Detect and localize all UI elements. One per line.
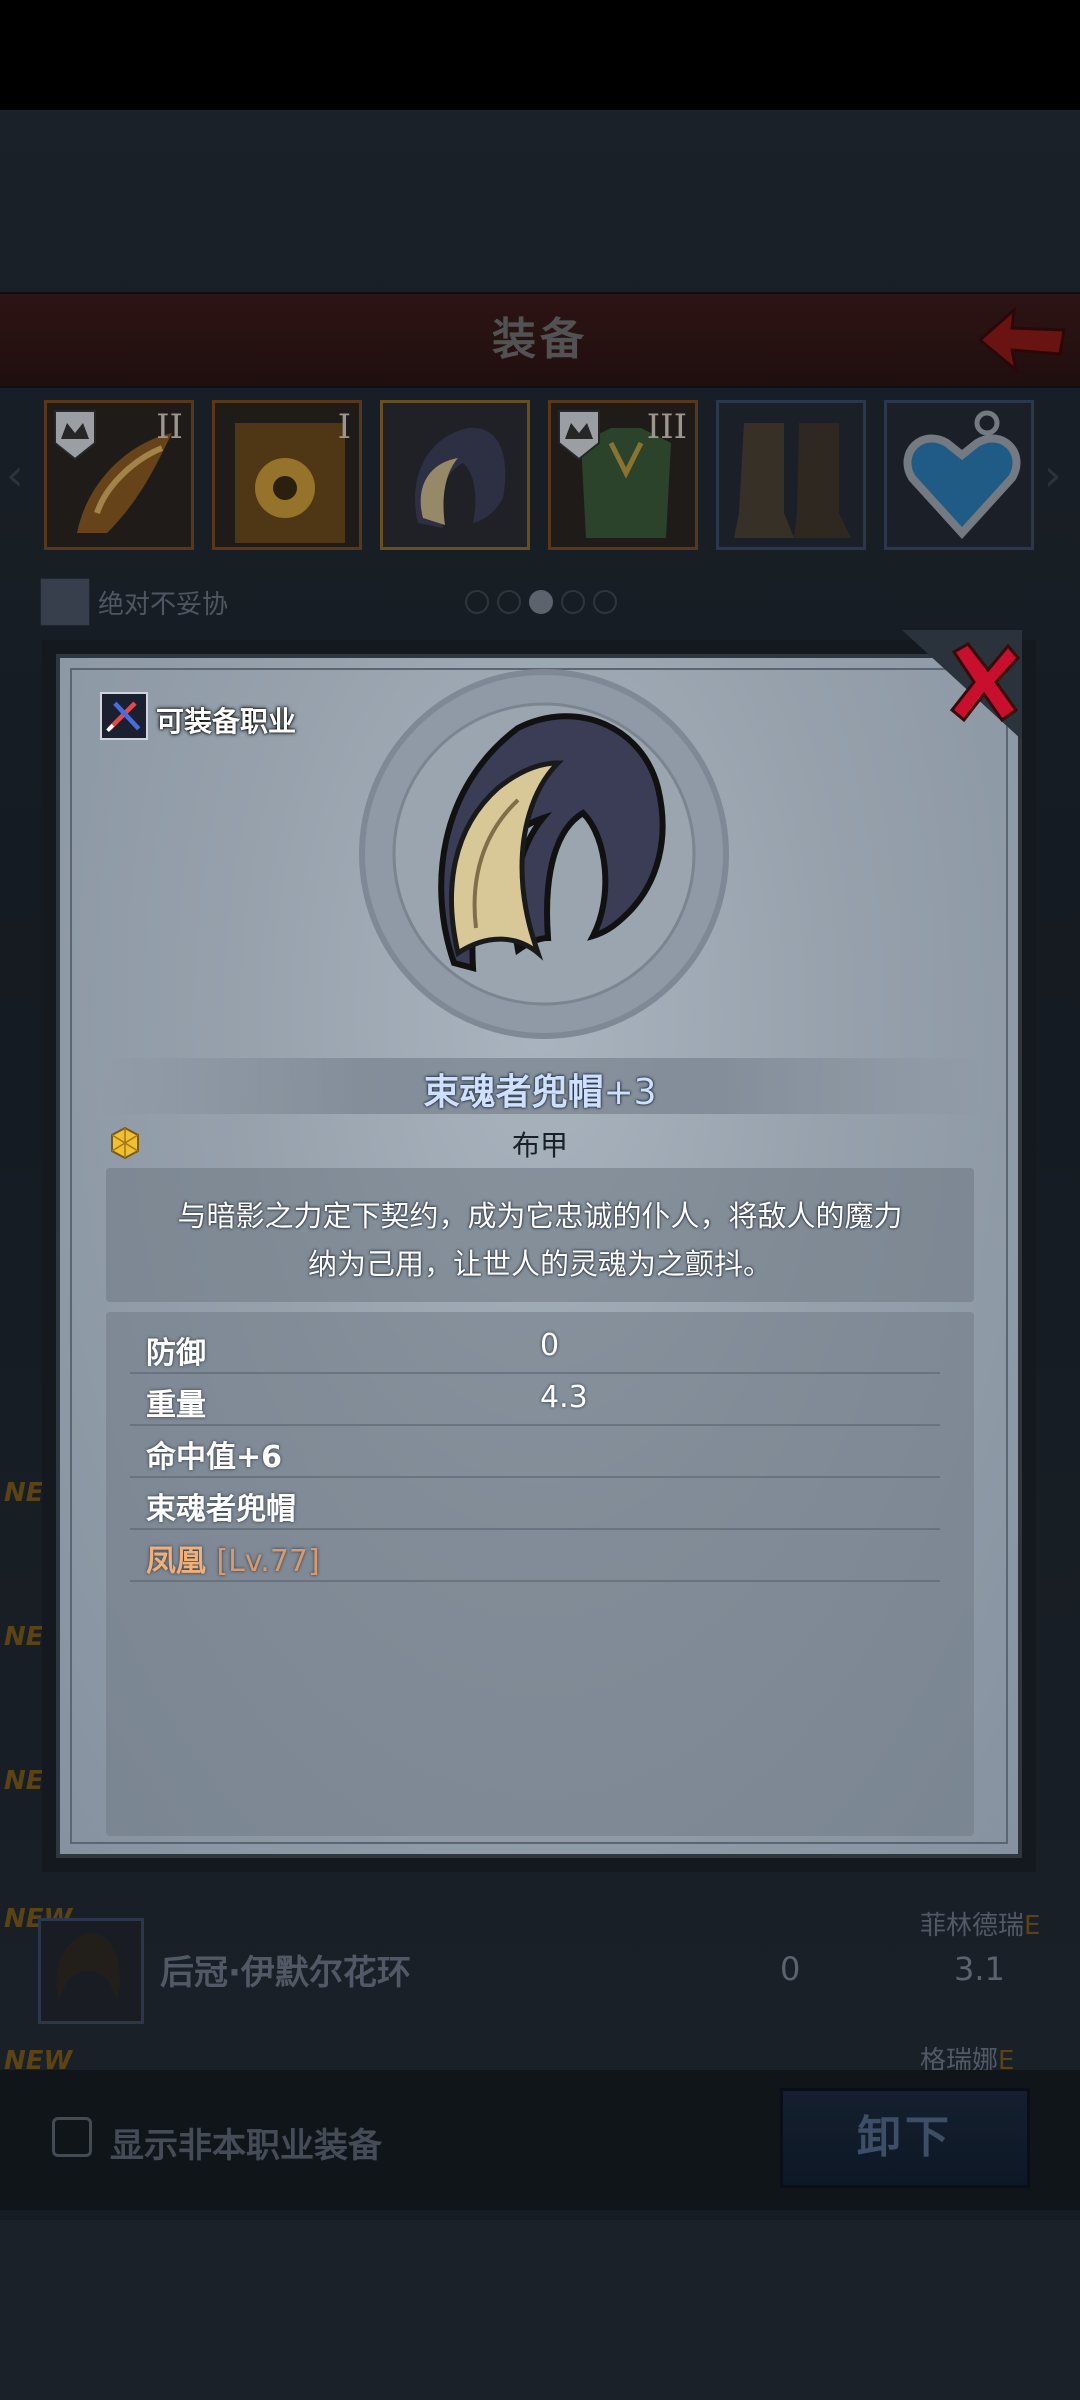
description-line: 纳为己用，让世人的灵魂为之颤抖。 <box>307 1247 772 1281</box>
stat-row-set: 凤凰 [Lv.77] <box>130 1528 940 1582</box>
stat-label: 束魂者兜帽 <box>146 1492 296 1527</box>
set-level: [Lv.77] <box>216 1544 320 1579</box>
status-bar <box>0 0 1080 110</box>
close-icon[interactable] <box>902 630 1022 740</box>
stat-row-set-item: 束魂者兜帽 <box>130 1476 940 1530</box>
stat-label: 重量 <box>146 1388 206 1423</box>
item-type: 布甲 <box>511 1129 568 1162</box>
stat-label: 防御 <box>146 1336 206 1371</box>
stat-value: 4.3 <box>540 1380 588 1415</box>
item-description: 与暗影之力定下契约，成为它忠诚的仆人，将敌人的魔力 纳为己用，让世人的灵魂为之颤… <box>140 1192 940 1288</box>
item-name: 束魂者兜帽+3 <box>0 1063 1080 1115</box>
stat-row-accuracy: 命中值+6 <box>130 1424 940 1478</box>
set-name-text: 凤凰 <box>146 1544 206 1579</box>
stat-label: 命中值+6 <box>146 1440 283 1475</box>
class-icon <box>100 692 148 740</box>
set-name: 凤凰 [Lv.77] <box>146 1536 320 1580</box>
bottom-background <box>0 2210 1080 2400</box>
stat-value: 0 <box>540 1328 560 1363</box>
equippable-class-label: 可装备职业 <box>156 705 297 738</box>
item-name-text: 束魂者兜帽 <box>423 1072 604 1113</box>
stat-row-defense: 防御 0 <box>130 1320 940 1374</box>
item-upgrade-level: +3 <box>603 1072 657 1113</box>
stat-row-weight: 重量 4.3 <box>130 1372 940 1426</box>
hood-icon <box>359 669 729 1039</box>
description-line: 与暗影之力定下契约，成为它忠诚的仆人，将敌人的魔力 <box>177 1199 903 1233</box>
